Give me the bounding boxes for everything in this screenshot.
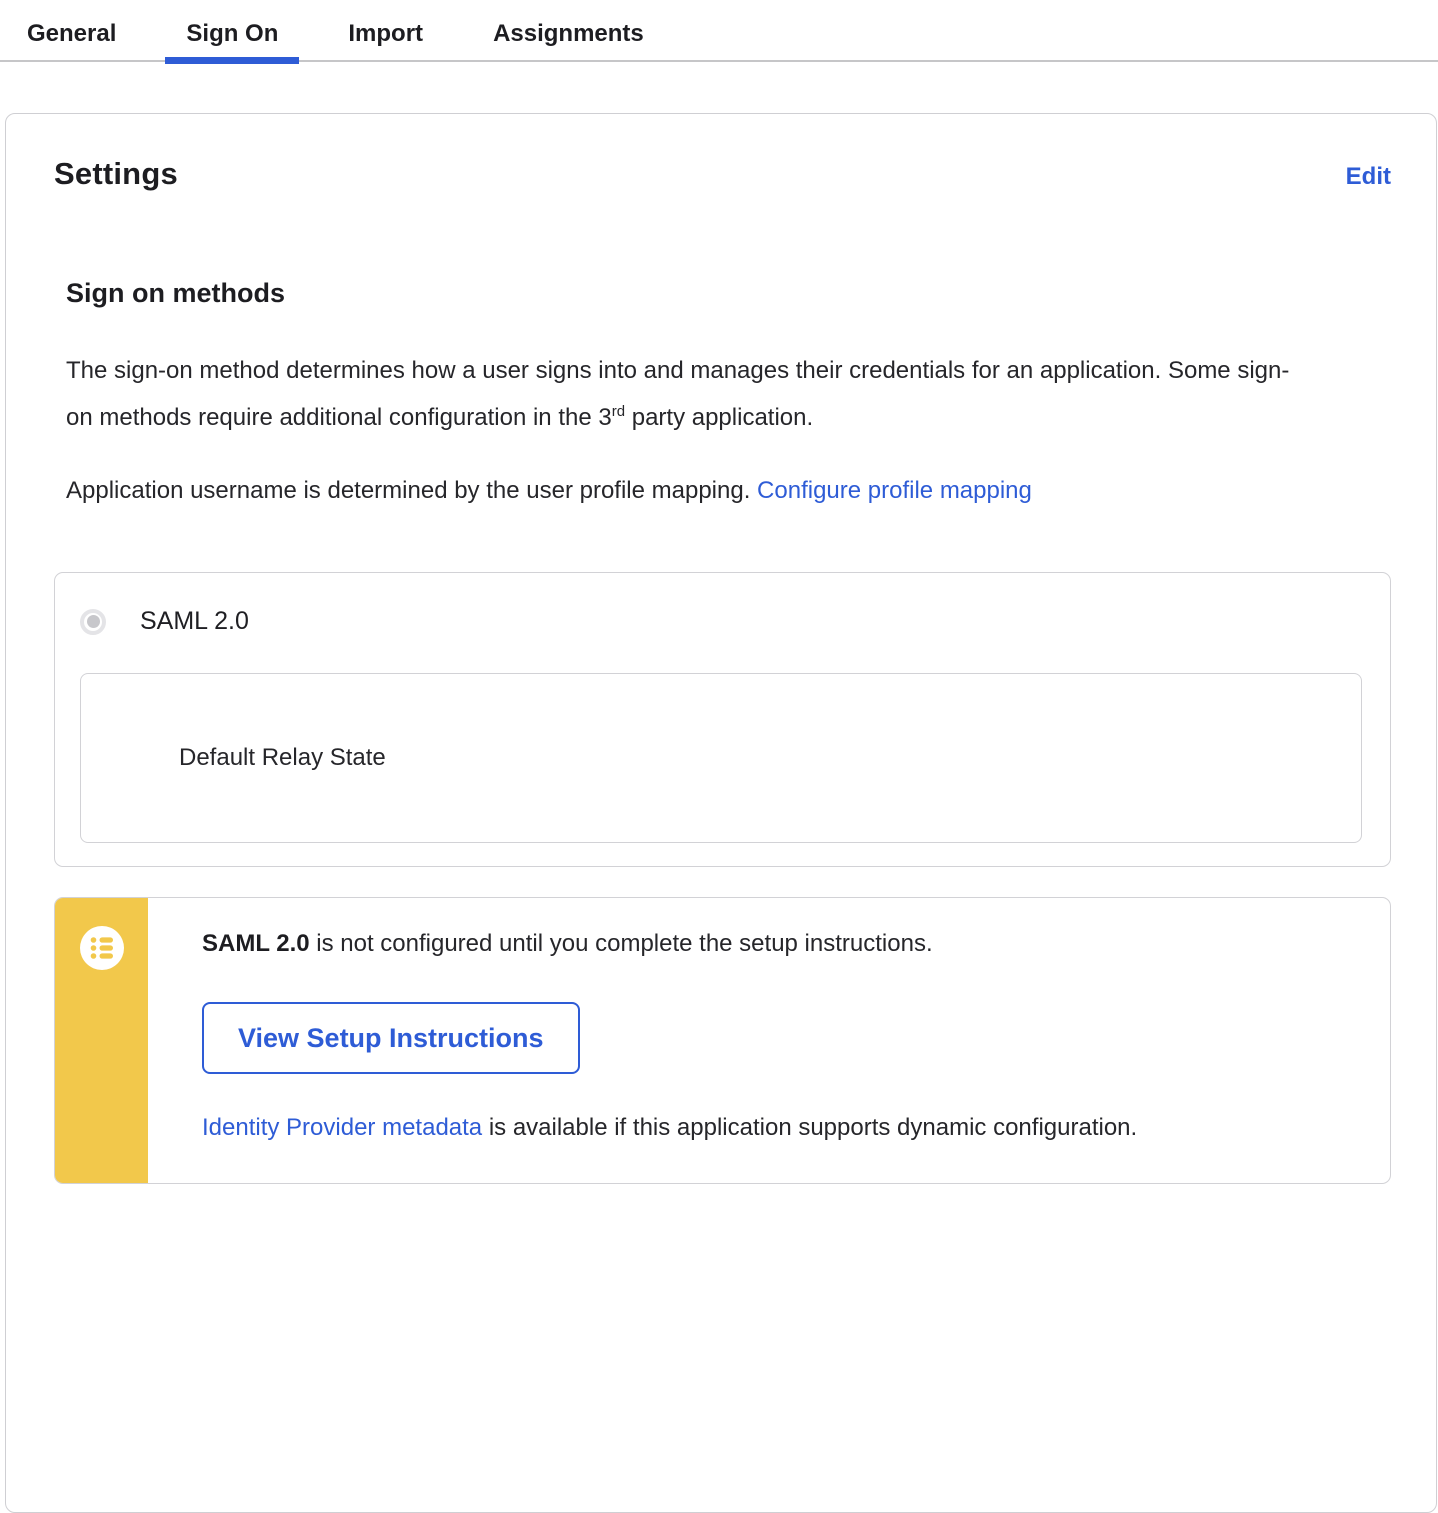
metadata-rest-text: is available if this application support…	[482, 1114, 1137, 1141]
settings-header: Settings Edit	[54, 156, 1391, 192]
saml-radio-label: SAML 2.0	[140, 607, 249, 636]
username-mapping-text: Application username is determined by th…	[66, 477, 757, 504]
callout-yellow-strip	[55, 898, 148, 1183]
tab-assignments[interactable]: Assignments	[472, 0, 665, 60]
saml-radio-row: SAML 2.0	[80, 607, 1362, 636]
view-setup-instructions-button[interactable]: View Setup Instructions	[202, 1002, 580, 1074]
configure-profile-mapping-link[interactable]: Configure profile mapping	[757, 477, 1032, 504]
saml-radio-button[interactable]	[80, 609, 106, 635]
radio-dot-icon	[87, 615, 100, 628]
tab-sign-on[interactable]: Sign On	[165, 0, 299, 60]
edit-link[interactable]: Edit	[1346, 163, 1391, 191]
default-relay-state-label: Default Relay State	[179, 744, 386, 772]
username-mapping-line: Application username is determined by th…	[66, 467, 1306, 514]
default-relay-state-box: Default Relay State	[80, 673, 1362, 843]
settings-card: Settings Edit Sign on methods The sign-o…	[5, 113, 1437, 1513]
callout-body: SAML 2.0 is not configured until you com…	[148, 898, 1390, 1178]
tab-import[interactable]: Import	[327, 0, 444, 60]
tab-general[interactable]: General	[6, 0, 137, 60]
description-ordinal-superscript: rd	[612, 403, 625, 420]
metadata-line: Identity Provider metadata is available …	[202, 1114, 1350, 1142]
list-icon	[80, 926, 124, 970]
callout-message-bold: SAML 2.0	[202, 930, 310, 957]
saml-method-box: SAML 2.0 Default Relay State	[54, 572, 1391, 867]
sign-on-methods-heading: Sign on methods	[66, 278, 1391, 309]
identity-provider-metadata-link[interactable]: Identity Provider metadata	[202, 1114, 482, 1141]
saml-warning-callout: SAML 2.0 is not configured until you com…	[54, 897, 1391, 1184]
settings-title: Settings	[54, 156, 178, 192]
app-tab-bar: General Sign On Import Assignments	[0, 0, 1438, 62]
sign-on-methods-description: The sign-on method determines how a user…	[66, 347, 1306, 441]
description-text-2: party application.	[625, 404, 813, 431]
callout-message-rest: is not configured until you complete the…	[310, 930, 933, 957]
callout-message: SAML 2.0 is not configured until you com…	[202, 930, 1350, 958]
